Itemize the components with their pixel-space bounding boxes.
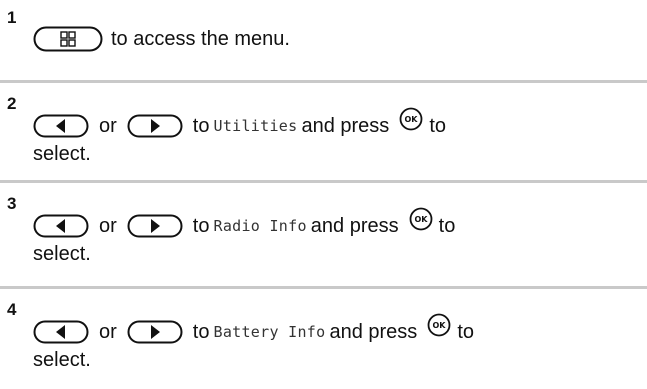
select-text: select. bbox=[33, 143, 91, 165]
menu-item-name: Utilities bbox=[213, 117, 298, 135]
step-number: 1 bbox=[7, 8, 17, 27]
select-text: select. bbox=[33, 243, 91, 265]
menu-button-icon bbox=[33, 26, 103, 52]
step-text: to access the menu. bbox=[111, 28, 290, 50]
ok-button-icon: OK bbox=[427, 313, 451, 337]
step-2: 2 or to Utilities and press OK to select… bbox=[0, 94, 647, 184]
svg-text:OK: OK bbox=[405, 115, 419, 124]
step-3: 3 or to Radio Info and press OK to selec… bbox=[0, 194, 647, 284]
to-text: to bbox=[192, 115, 210, 137]
press-text: and press bbox=[310, 215, 399, 237]
step-number: 4 bbox=[7, 300, 17, 319]
to-text: to bbox=[429, 115, 446, 137]
divider bbox=[0, 286, 647, 289]
step-number: 2 bbox=[7, 94, 17, 113]
to-text: to bbox=[192, 321, 210, 343]
to-text: to bbox=[438, 215, 456, 237]
left-arrow-button-icon bbox=[33, 320, 89, 344]
left-arrow-button-icon bbox=[33, 214, 89, 238]
right-arrow-button-icon bbox=[127, 114, 183, 138]
step-1: 1 to access the menu. bbox=[0, 8, 647, 68]
or-text: or bbox=[99, 115, 117, 137]
left-arrow-button-icon bbox=[33, 114, 89, 138]
divider bbox=[0, 80, 647, 83]
divider bbox=[0, 180, 647, 183]
ok-button-icon: OK bbox=[399, 107, 423, 131]
menu-item-name: Battery Info bbox=[213, 323, 326, 341]
or-text: or bbox=[99, 321, 117, 343]
menu-item-name: Radio Info bbox=[213, 217, 307, 235]
select-text: select. bbox=[33, 349, 91, 371]
to-text: to bbox=[192, 215, 210, 237]
step-4: 4 or to Battery Info and press OK to sel… bbox=[0, 300, 647, 389]
press-text: and press bbox=[301, 115, 390, 137]
step-3-line: or to Radio Info and press OK to bbox=[33, 207, 456, 238]
to-text: to bbox=[457, 321, 474, 343]
step-number: 3 bbox=[7, 194, 17, 213]
step-2-line: or to Utilities and press OK to bbox=[33, 107, 446, 138]
right-arrow-button-icon bbox=[127, 214, 183, 238]
step-4-line: or to Battery Info and press OK to bbox=[33, 313, 474, 344]
step-1-line: to access the menu. bbox=[33, 26, 290, 52]
press-text: and press bbox=[329, 321, 418, 343]
svg-text:OK: OK bbox=[433, 321, 447, 330]
ok-button-icon: OK bbox=[409, 207, 433, 231]
or-text: or bbox=[99, 215, 117, 237]
svg-text:OK: OK bbox=[414, 215, 428, 224]
right-arrow-button-icon bbox=[127, 320, 183, 344]
